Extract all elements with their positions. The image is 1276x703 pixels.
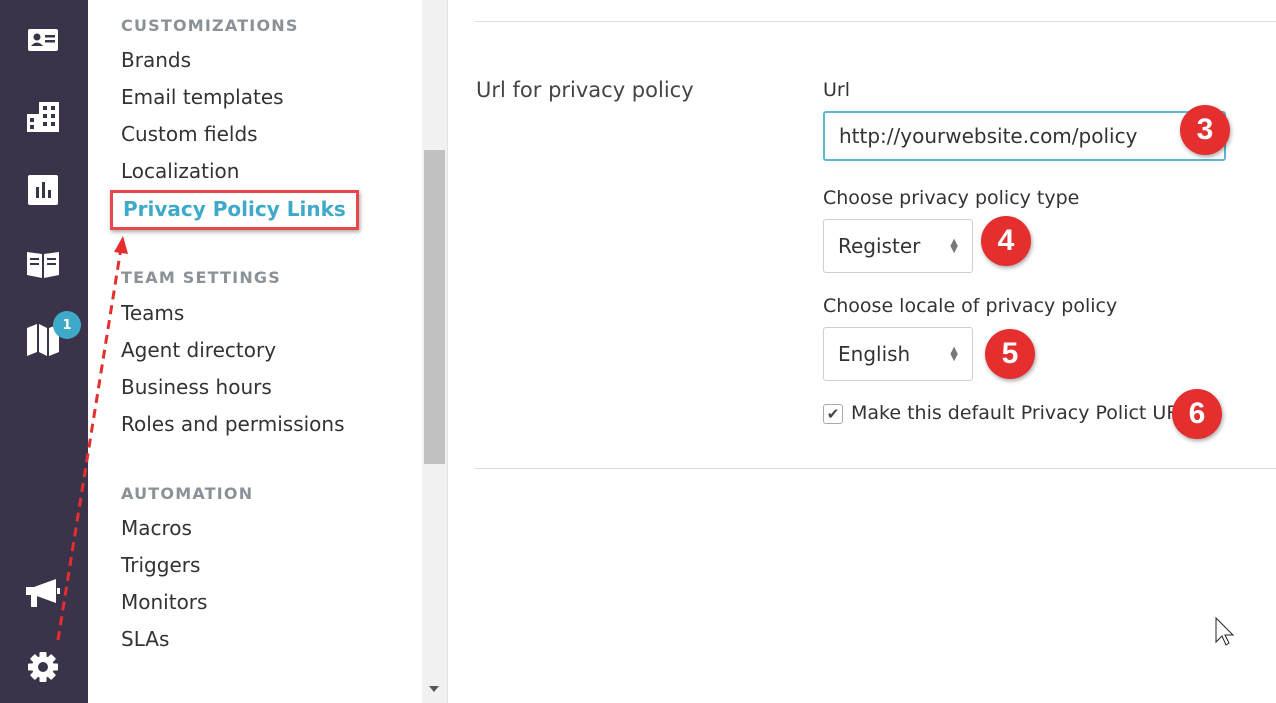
icon-rail: 1: [0, 0, 88, 703]
automation-heading: AUTOMATION: [121, 484, 254, 503]
top-divider: [475, 21, 1276, 22]
policy-type-label: Choose privacy policy type: [823, 187, 1080, 209]
team-settings-heading: TEAM SETTINGS: [121, 268, 281, 287]
menu-item-roles-and-permissions[interactable]: Roles and permissions: [121, 412, 345, 436]
megaphone-icon[interactable]: [22, 572, 64, 614]
select-arrows-icon: ▲ ▼: [950, 237, 958, 255]
knowledge-base-icon[interactable]: [22, 243, 64, 285]
settings-menu: CUSTOMIZATIONS Brands Email templates Cu…: [88, 0, 422, 703]
policy-locale-select[interactable]: English ▲ ▼: [823, 327, 973, 381]
policy-type-select[interactable]: Register ▲ ▼: [823, 219, 973, 273]
menu-item-email-templates[interactable]: Email templates: [121, 85, 284, 109]
scrollbar-thumb[interactable]: [424, 150, 445, 464]
menu-scrollbar[interactable]: [422, 0, 448, 703]
checkmark-icon: ✔: [826, 405, 840, 423]
policy-locale-label: Choose locale of privacy policy: [823, 295, 1118, 317]
policy-locale-value: English: [838, 342, 911, 366]
default-url-checkbox-label: Make this default Privacy Polict URL: [851, 402, 1191, 424]
default-url-checkbox[interactable]: ✔: [823, 404, 843, 424]
step-marker-5: 5: [985, 329, 1035, 379]
menu-item-macros[interactable]: Macros: [121, 516, 192, 540]
url-label: Url: [823, 79, 850, 101]
select-arrows-icon: ▲ ▼: [950, 345, 958, 363]
menu-item-custom-fields[interactable]: Custom fields: [121, 122, 258, 146]
gear-icon[interactable]: [22, 646, 64, 688]
menu-item-slas[interactable]: SLAs: [121, 627, 169, 651]
contact-card-icon[interactable]: [22, 19, 64, 61]
menu-item-privacy-policy-links[interactable]: Privacy Policy Links: [110, 190, 359, 230]
organizations-icon[interactable]: [22, 96, 64, 138]
bottom-divider: [475, 468, 1276, 469]
menu-item-agent-directory[interactable]: Agent directory: [121, 338, 276, 362]
reports-icon[interactable]: [22, 169, 64, 211]
step-marker-3: 3: [1180, 105, 1230, 155]
customizations-heading: CUSTOMIZATIONS: [121, 16, 299, 35]
menu-item-monitors[interactable]: Monitors: [121, 590, 207, 614]
menu-item-teams[interactable]: Teams: [121, 301, 184, 325]
menu-item-localization[interactable]: Localization: [121, 159, 239, 183]
privacy-url-section-label: Url for privacy policy: [476, 78, 694, 102]
step-marker-4: 4: [981, 216, 1031, 266]
menu-item-triggers[interactable]: Triggers: [121, 553, 200, 577]
notification-badge: 1: [53, 311, 81, 339]
policy-type-value: Register: [838, 234, 921, 258]
url-input[interactable]: [823, 111, 1226, 161]
step-marker-6: 6: [1172, 389, 1222, 439]
mouse-cursor-icon: [1215, 616, 1235, 646]
scroll-down-arrow-icon[interactable]: [429, 686, 439, 692]
menu-item-brands[interactable]: Brands: [121, 48, 191, 72]
menu-item-business-hours[interactable]: Business hours: [121, 375, 272, 399]
